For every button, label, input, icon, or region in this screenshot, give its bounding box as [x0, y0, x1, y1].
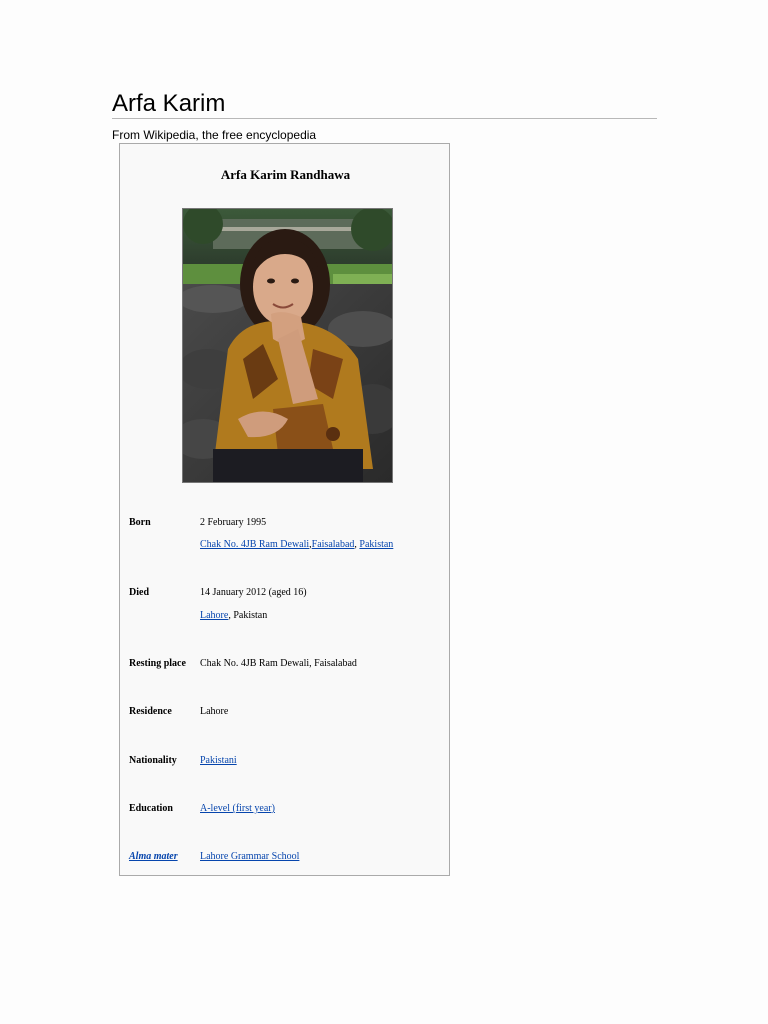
title-divider — [112, 118, 657, 119]
died-place-link-city[interactable]: Lahore — [200, 610, 228, 621]
portrait-photo-icon — [183, 209, 392, 482]
residence-value: Lahore — [200, 706, 229, 717]
born-place: Chak No. 4JB Ram Dewali,Faisalabad, Paki… — [200, 538, 393, 552]
died-place: Lahore, Pakistan — [200, 609, 267, 623]
education-label: Education — [129, 803, 173, 814]
born-place-link-country[interactable]: Pakistan — [359, 539, 393, 550]
born-place-link-city[interactable]: Faisalabad — [312, 539, 355, 550]
born-label: Born — [129, 517, 151, 528]
education-value: A-level (first year) — [200, 802, 275, 816]
born-date: 2 February 1995 — [200, 517, 267, 528]
died-label: Died — [129, 587, 149, 598]
died-date: 14 January 2012 (aged 16) — [200, 587, 307, 598]
infobox-caption: Arfa Karim Randhawa — [220, 167, 351, 182]
died-place-rest: , Pakistan — [228, 610, 268, 621]
education-link[interactable]: A-level (first year) — [200, 803, 275, 814]
infobox: Arfa Karim Randhawa Born 2 February 1995… — [119, 143, 450, 876]
nationality-link[interactable]: Pakistani — [200, 755, 237, 766]
born-place-link-village[interactable]: Chak No. 4JB Ram Dewali — [200, 539, 309, 550]
nationality-label: Nationality — [129, 755, 177, 766]
site-tagline: From Wikipedia, the free encyclopedia — [112, 128, 317, 142]
alma-mater-link[interactable]: Lahore Grammar School — [200, 851, 299, 862]
alma-mater-label-link[interactable]: Alma mater — [129, 850, 178, 864]
resting-place-value: Chak No. 4JB Ram Dewali, Faisalabad — [200, 658, 357, 669]
resting-place-label: Resting place — [129, 658, 186, 669]
portrait-image[interactable] — [182, 208, 393, 483]
page-title: Arfa Karim — [112, 90, 226, 117]
alma-mater-value: Lahore Grammar School — [200, 850, 299, 864]
residence-label: Residence — [129, 706, 172, 717]
nationality-value: Pakistani — [200, 754, 237, 768]
